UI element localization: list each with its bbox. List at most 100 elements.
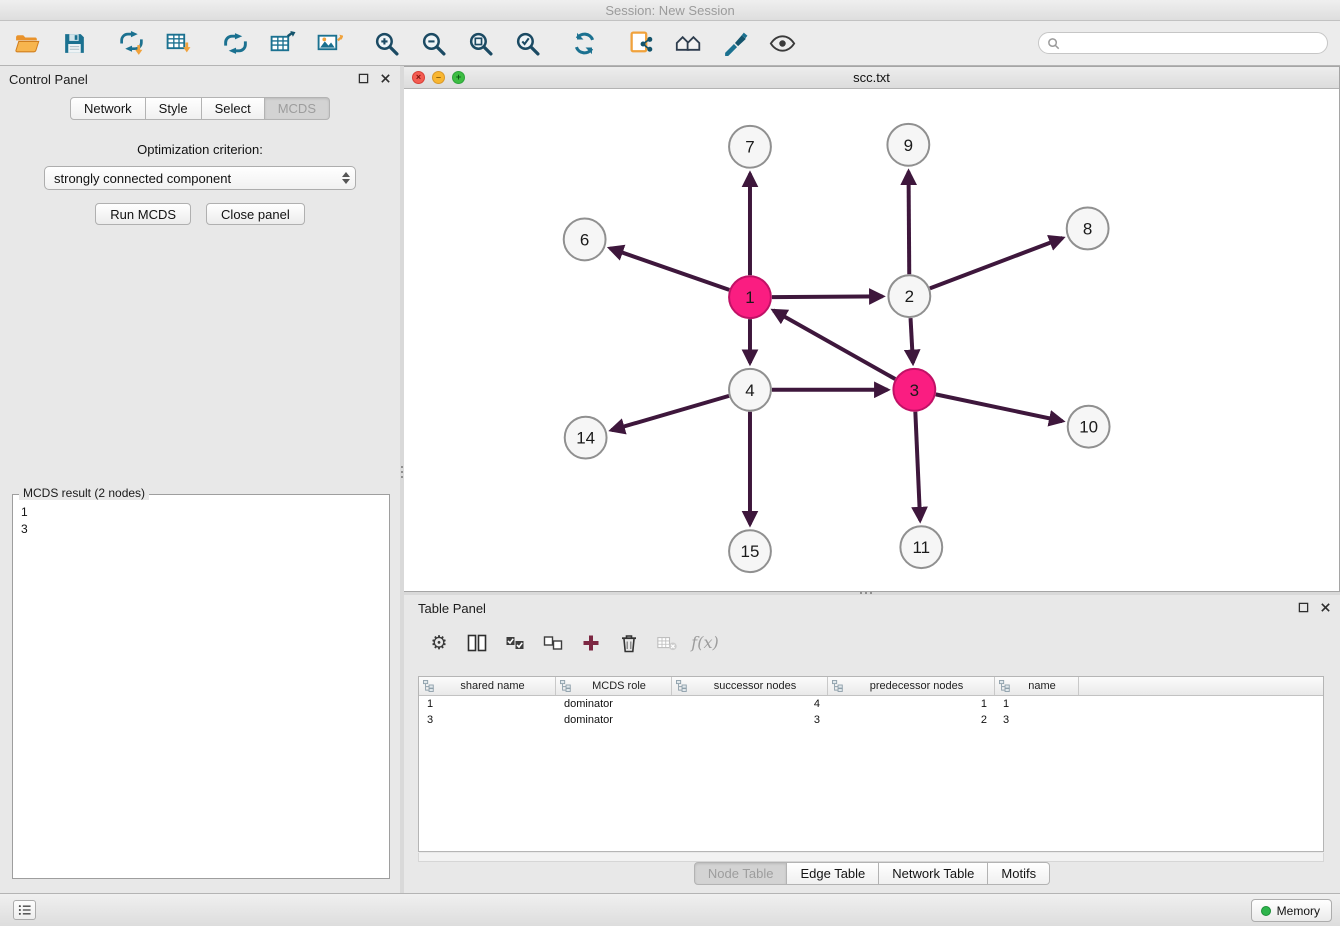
network-canvas[interactable]: 7 9 6 8 1 2 4 3 14 10 15 11: [404, 89, 1339, 591]
delete-row-button[interactable]: [616, 631, 642, 655]
style-brush-icon: [722, 30, 749, 57]
zoom-fit-button[interactable]: [465, 28, 495, 58]
cell-shared-name[interactable]: 1: [419, 698, 556, 710]
cell-successor-nodes[interactable]: 3: [672, 714, 828, 726]
cell-name[interactable]: 3: [995, 714, 1079, 726]
cell-shared-name[interactable]: 3: [419, 714, 556, 726]
cell-predecessor-nodes[interactable]: 2: [828, 714, 995, 726]
destroy-table-icon: [657, 633, 677, 653]
status-menu-button[interactable]: [13, 900, 36, 920]
node-10[interactable]: 10: [1068, 406, 1110, 448]
deselect-all-button[interactable]: [540, 631, 566, 655]
delete-row-icon: [619, 633, 639, 653]
table-panel-header: Table Panel: [404, 595, 1340, 622]
control-panel-tabs: NetworkStyleSelectMCDS: [0, 97, 400, 120]
save-session-button[interactable]: [59, 28, 89, 58]
split-columns-button[interactable]: [464, 631, 490, 655]
node-7[interactable]: 7: [729, 126, 771, 168]
edge-3-10[interactable]: [936, 394, 1063, 421]
table-tab-network-table[interactable]: Network Table: [879, 862, 988, 885]
node-11[interactable]: 11: [900, 526, 942, 568]
cell-predecessor-nodes[interactable]: 1: [828, 698, 995, 710]
table-tab-node-table[interactable]: Node Table: [694, 862, 788, 885]
edge-2-9[interactable]: [909, 172, 910, 275]
open-file-button[interactable]: [12, 28, 42, 58]
node-8[interactable]: 8: [1067, 208, 1109, 250]
table-tab-motifs[interactable]: Motifs: [988, 862, 1050, 885]
float-panel-icon[interactable]: [358, 73, 369, 84]
import-network-button[interactable]: [116, 28, 146, 58]
float-table-panel-icon[interactable]: [1298, 602, 1309, 613]
control-tab-mcds[interactable]: MCDS: [265, 97, 330, 120]
column-header-shared-name[interactable]: shared name: [419, 677, 556, 695]
search-input[interactable]: [1065, 36, 1319, 50]
control-tab-network[interactable]: Network: [70, 97, 146, 120]
table-row[interactable]: 1dominator411: [419, 696, 1323, 712]
import-network-icon: [118, 30, 145, 57]
mcds-result-list[interactable]: 1 3: [13, 495, 389, 547]
cell-successor-nodes[interactable]: 4: [672, 698, 828, 710]
style-brush-button[interactable]: [720, 28, 750, 58]
node-14[interactable]: 14: [565, 417, 607, 459]
select-all-icon: [505, 633, 525, 653]
table-body: 1dominator4113dominator323: [419, 696, 1323, 728]
control-tab-style[interactable]: Style: [146, 97, 202, 120]
column-header-name[interactable]: name: [995, 677, 1079, 695]
gear-button[interactable]: ⚙: [426, 631, 452, 655]
zoom-selected-button[interactable]: [512, 28, 542, 58]
node-9[interactable]: 9: [887, 124, 929, 166]
edge-2-3[interactable]: [911, 318, 913, 363]
function-builder-button[interactable]: f(x): [692, 631, 718, 655]
optimization-criterion-select[interactable]: strongly connected component: [44, 166, 356, 190]
column-header-successor-nodes[interactable]: successor nodes: [672, 677, 828, 695]
node-2[interactable]: 2: [888, 275, 930, 317]
eye-button[interactable]: [767, 28, 797, 58]
cell-mcds-role[interactable]: dominator: [556, 714, 672, 726]
edge-2-8[interactable]: [930, 238, 1063, 288]
close-panel-icon[interactable]: [380, 73, 391, 84]
zoom-out-button[interactable]: [418, 28, 448, 58]
column-header-mcds-role[interactable]: MCDS role: [556, 677, 672, 695]
export-table-button[interactable]: [267, 28, 297, 58]
memory-button[interactable]: Memory: [1251, 899, 1332, 922]
edge-3-1[interactable]: [773, 310, 895, 379]
network-minimize-button[interactable]: –: [432, 71, 445, 84]
add-row-button[interactable]: [578, 631, 604, 655]
destroy-table-button[interactable]: [654, 631, 680, 655]
column-header-predecessor-nodes[interactable]: predecessor nodes: [828, 677, 995, 695]
export-network-button[interactable]: [220, 28, 250, 58]
edge-4-14[interactable]: [611, 396, 729, 430]
close-table-panel-icon[interactable]: [1320, 602, 1331, 613]
table-tab-edge-table[interactable]: Edge Table: [787, 862, 879, 885]
cell-mcds-role[interactable]: dominator: [556, 698, 672, 710]
import-table-button[interactable]: [163, 28, 193, 58]
table-tabs: Node TableEdge TableNetwork TableMotifs: [404, 862, 1340, 885]
network-zoom-button[interactable]: +: [452, 71, 465, 84]
node-6[interactable]: 6: [564, 218, 606, 260]
network-close-button[interactable]: ×: [412, 71, 425, 84]
select-all-button[interactable]: [502, 631, 528, 655]
node-3[interactable]: 3: [893, 369, 935, 411]
close-panel-button[interactable]: Close panel: [206, 203, 305, 225]
table-horizontal-scrollbar[interactable]: [418, 853, 1324, 862]
edge-3-11[interactable]: [915, 412, 920, 521]
edge-1-6[interactable]: [610, 248, 729, 290]
edge-1-2[interactable]: [772, 296, 883, 297]
refresh-button[interactable]: [569, 28, 599, 58]
export-image-button[interactable]: [314, 28, 344, 58]
node-1[interactable]: 1: [729, 276, 771, 318]
run-mcds-button[interactable]: Run MCDS: [95, 203, 191, 225]
node-15[interactable]: 15: [729, 530, 771, 572]
node-4[interactable]: 4: [729, 369, 771, 411]
control-tab-select[interactable]: Select: [202, 97, 265, 120]
table-row[interactable]: 3dominator323: [419, 712, 1323, 728]
zoom-in-button[interactable]: [371, 28, 401, 58]
eye-icon: [769, 30, 796, 57]
cell-name[interactable]: 1: [995, 698, 1079, 710]
home-button[interactable]: [673, 28, 703, 58]
new-network-selection-icon: [628, 30, 655, 57]
search-box[interactable]: [1038, 32, 1328, 54]
new-network-selection-button[interactable]: [626, 28, 656, 58]
mcds-result-title: MCDS result (2 nodes): [19, 486, 149, 500]
open-file-icon: [14, 30, 41, 57]
